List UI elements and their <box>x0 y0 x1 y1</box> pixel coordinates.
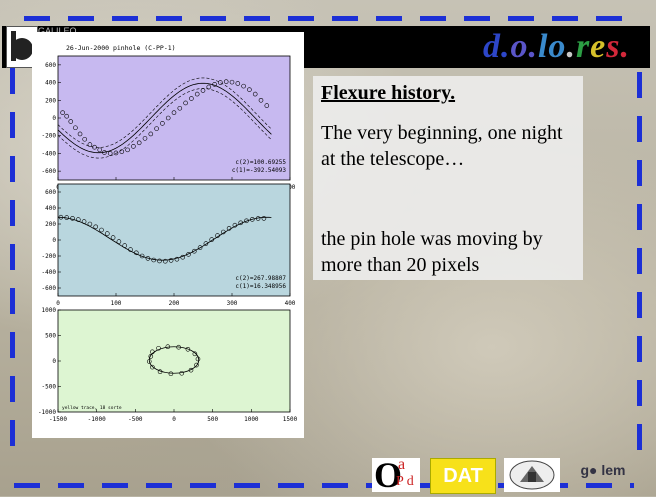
y-tick-label: 600 <box>45 189 56 196</box>
oapd-logo: O a P d <box>372 455 420 495</box>
brand-letter: . <box>566 28 576 65</box>
y-tick-label: 500 <box>45 333 56 340</box>
fit-annotation: c(2)=100.69255 <box>235 159 286 166</box>
tng-logo-icon <box>504 458 560 492</box>
x-tick-label: 200 <box>169 300 180 307</box>
y-tick-label: 0 <box>52 115 56 122</box>
y-tick-label: -500 <box>42 384 57 391</box>
fit-annotation: c(1)=-392.54093 <box>232 167 287 174</box>
fit-annotation: c(1)=16.348956 <box>235 283 286 290</box>
y-tick-label: 400 <box>45 205 56 212</box>
brand-letter: d. <box>482 28 511 65</box>
y-tick-label: 0 <box>52 237 56 244</box>
galem-logo: g● lem <box>580 462 626 478</box>
oapd-logo-pd: P d <box>396 474 414 489</box>
fit-annotation: c(2)=267.98807 <box>235 275 286 282</box>
y-tick-label: -400 <box>42 269 57 276</box>
oapd-logo-a: a <box>398 456 406 473</box>
x-tick-label: 500 <box>207 416 218 423</box>
y-tick-label: 200 <box>45 97 56 104</box>
y-tick-label: -1000 <box>38 409 56 416</box>
y-tick-label: -200 <box>42 253 57 260</box>
brand-title: d.o.lo.res. <box>483 28 630 66</box>
plot-footer: yellow trace, 18 sorte <box>62 405 122 411</box>
y-tick-label: 200 <box>45 221 56 228</box>
x-tick-label: -1000 <box>88 416 106 423</box>
paragraph-2: the pin hole was moving by more than 20 … <box>321 228 543 276</box>
border-top <box>24 16 634 21</box>
y-tick-label: 1000 <box>42 307 57 314</box>
brand-letter: r <box>575 28 591 65</box>
text-panel: Flexure history. The very beginning, one… <box>313 76 583 280</box>
border-left <box>10 68 15 458</box>
plot-frame <box>57 309 291 413</box>
brand-letter: s. <box>606 28 630 65</box>
y-tick-label: -600 <box>42 285 57 292</box>
x-tick-label: 1500 <box>283 416 298 423</box>
x-tick-label: 300 <box>227 300 238 307</box>
y-tick-label: -600 <box>42 168 57 175</box>
plot-title: 26-Jun-2000 pinhole (C-PP-1) <box>66 44 176 52</box>
x-tick-label: 400 <box>285 300 296 307</box>
y-tick-label: 600 <box>45 62 56 69</box>
x-tick-label: 1000 <box>244 416 259 423</box>
x-tick-label: 0 <box>172 416 176 423</box>
x-tick-label: 0 <box>56 300 60 307</box>
paragraph-1: The very beginning, one night at the tel… <box>321 122 563 170</box>
brand-letter: lo <box>537 28 567 65</box>
brand-letter: o. <box>510 28 538 65</box>
flexure-plots-svg: 0 100 200 300 400 -600 -400 -200 0 200 400 600 26-Ju… <box>38 44 298 423</box>
x-tick-label: 100 <box>111 300 122 307</box>
y-tick-label: -400 <box>42 150 57 157</box>
y-tick-label: 400 <box>45 80 56 87</box>
border-right <box>637 72 642 458</box>
slide-title: Flexure history. <box>321 82 456 104</box>
x-tick-label: -500 <box>128 416 143 423</box>
y-tick-label: 0 <box>52 358 56 365</box>
y-tick-label: -200 <box>42 133 57 140</box>
x-tick-label: -1500 <box>49 416 67 423</box>
brand-letter: e <box>590 28 607 65</box>
dat-logo: DAT <box>430 458 496 494</box>
flexure-plots: 0 100 200 300 400 -600 -400 -200 0 200 400 600 26-Ju… <box>32 32 304 438</box>
